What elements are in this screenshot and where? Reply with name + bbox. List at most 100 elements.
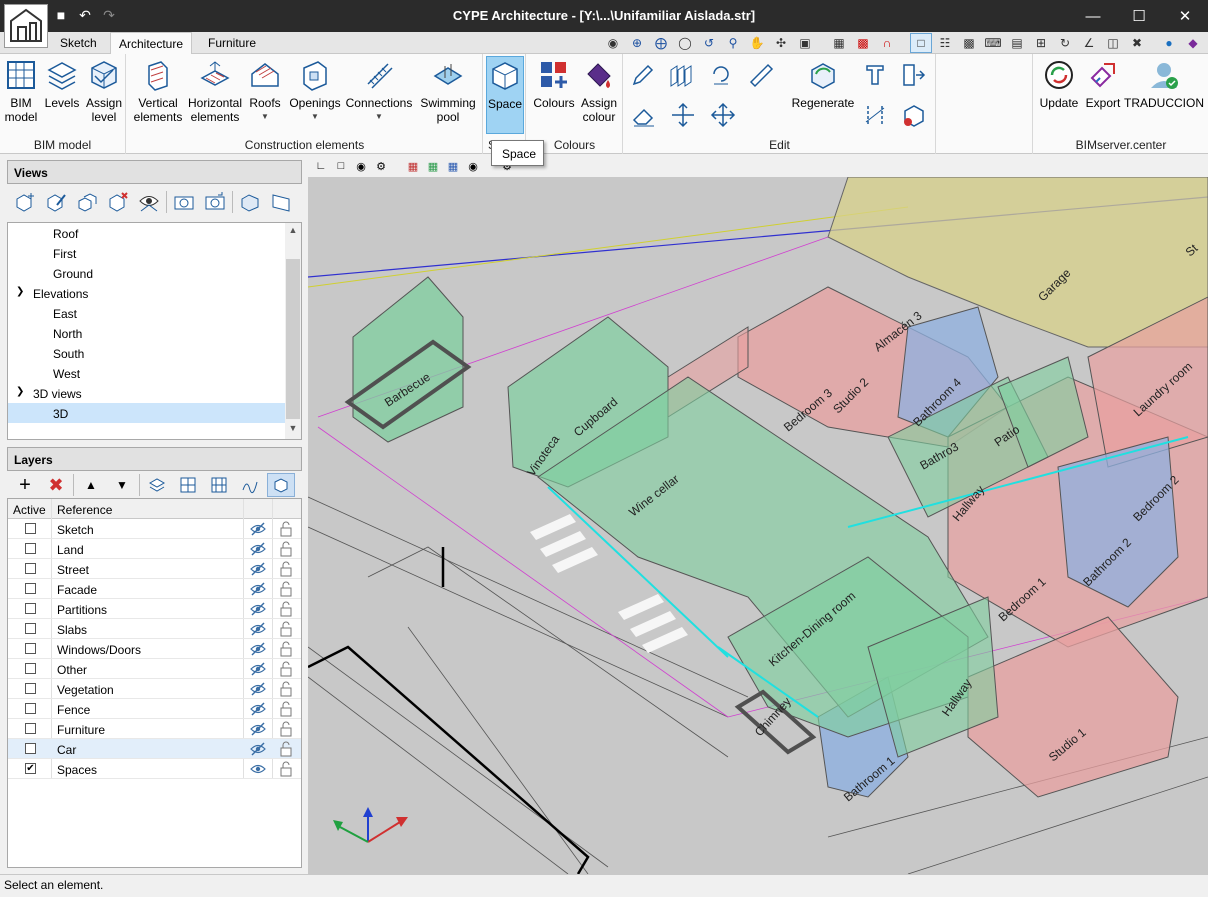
lock-icon[interactable] bbox=[279, 521, 293, 537]
lock-icon[interactable] bbox=[279, 581, 293, 597]
space-button[interactable]: Space bbox=[486, 56, 524, 134]
layer-row[interactable]: Windows/Doors bbox=[8, 639, 301, 659]
bim-model-button[interactable]: BIM model bbox=[2, 56, 40, 124]
zoom-extents-icon[interactable]: ▣ bbox=[794, 33, 816, 53]
measure-icon[interactable]: ▤ bbox=[1006, 33, 1028, 53]
layer-active-checkbox[interactable] bbox=[25, 683, 36, 694]
lock-icon[interactable] bbox=[279, 621, 293, 637]
layer-active-checkbox[interactable] bbox=[25, 603, 36, 614]
layer-row[interactable]: Other bbox=[8, 659, 301, 679]
eye-hidden-icon[interactable] bbox=[250, 721, 266, 737]
layer-row[interactable]: Street bbox=[8, 559, 301, 579]
swimming-pool-button[interactable]: Swimming pool bbox=[417, 56, 479, 124]
add-layer-icon[interactable]: + bbox=[11, 473, 39, 497]
camera-refresh-icon[interactable] bbox=[201, 190, 229, 214]
delete-layer-icon[interactable]: ✖ bbox=[42, 473, 70, 497]
layer-row[interactable]: Sketch bbox=[8, 519, 301, 539]
tree-item-ground[interactable]: Ground bbox=[8, 263, 286, 283]
openings-dropdown-icon[interactable]: ▼ bbox=[287, 110, 343, 124]
tab-sketch[interactable]: Sketch bbox=[52, 32, 105, 54]
zoom-in-icon[interactable]: ⊕ bbox=[626, 33, 648, 53]
lock-icon[interactable] bbox=[279, 561, 293, 577]
section-y-icon[interactable]: ▦ bbox=[424, 158, 442, 174]
layer-row[interactable]: Furniture bbox=[8, 719, 301, 739]
lock-icon[interactable] bbox=[279, 641, 293, 657]
hatch-icon[interactable]: ▩ bbox=[852, 33, 874, 53]
globe-icon[interactable]: ● bbox=[1158, 33, 1180, 53]
tree-item-elevations[interactable]: ❯ Elevations bbox=[8, 283, 286, 303]
lock-icon[interactable] bbox=[279, 741, 293, 757]
layer-active-checkbox[interactable] bbox=[25, 643, 36, 654]
zoom-window-icon[interactable]: ◯ bbox=[674, 33, 696, 53]
column-icon[interactable] bbox=[862, 62, 888, 88]
zoom-all-icon[interactable]: ⨁ bbox=[650, 33, 672, 53]
zoom-dynamic-icon[interactable]: ⚲ bbox=[722, 33, 744, 53]
edit-view-icon[interactable] bbox=[42, 190, 70, 214]
move-icon[interactable] bbox=[710, 102, 736, 128]
openings-button[interactable]: Openings ▼ bbox=[287, 56, 343, 124]
lock-icon[interactable] bbox=[279, 721, 293, 737]
connections-button[interactable]: Connections ▼ bbox=[345, 56, 413, 124]
3d-model-canvas[interactable]: Barbecue Vinoteca Cupboard Wine cellar K… bbox=[308, 177, 1208, 874]
layer-row[interactable]: Partitions bbox=[8, 599, 301, 619]
layer-curve-icon[interactable] bbox=[236, 473, 264, 497]
minimize-button[interactable]: — bbox=[1070, 0, 1116, 32]
connections-dropdown-icon[interactable]: ▼ bbox=[345, 110, 413, 124]
eye-hidden-icon[interactable] bbox=[250, 581, 266, 597]
tree-item-first[interactable]: First bbox=[8, 243, 286, 263]
cube-icon[interactable]: □ bbox=[332, 158, 350, 174]
layer-stack-icon[interactable] bbox=[143, 473, 171, 497]
layer-active-checkbox[interactable] bbox=[25, 723, 36, 734]
window-select-icon[interactable]: □ bbox=[910, 33, 932, 53]
scroll-up-icon[interactable]: ▲ bbox=[285, 225, 301, 241]
layer-active-checkbox[interactable] bbox=[25, 563, 36, 574]
zoom-previous-icon[interactable]: ↺ bbox=[698, 33, 720, 53]
layer-active-checkbox[interactable] bbox=[25, 543, 36, 554]
axis-gizmo[interactable] bbox=[333, 807, 408, 843]
magnet-icon[interactable]: ∩ bbox=[876, 33, 898, 53]
pencil-icon[interactable] bbox=[630, 62, 656, 88]
tree-item-3d[interactable]: 3D bbox=[8, 403, 286, 423]
update-button[interactable]: Update bbox=[1036, 56, 1082, 110]
binoculars-icon[interactable]: ◉ bbox=[602, 33, 624, 53]
space-studio-1[interactable] bbox=[967, 616, 1179, 798]
grid-snap-icon[interactable]: ▦ bbox=[828, 33, 850, 53]
layer-row[interactable]: Vegetation bbox=[8, 679, 301, 699]
eye-hidden-icon[interactable] bbox=[250, 701, 266, 717]
lock-icon[interactable] bbox=[279, 661, 293, 677]
orbit-view-icon[interactable]: ⚙ bbox=[372, 158, 390, 174]
view-eye-icon[interactable] bbox=[135, 190, 163, 214]
colours-button[interactable]: Colours bbox=[531, 56, 577, 110]
traduccion-button[interactable]: TRADUCCION bbox=[1124, 56, 1204, 110]
scroll-thumb[interactable] bbox=[286, 259, 300, 419]
close-button[interactable]: ✕ bbox=[1162, 0, 1208, 32]
layer-grid-icon[interactable] bbox=[205, 473, 233, 497]
layer-split-icon[interactable] bbox=[174, 473, 202, 497]
layer-active-checkbox[interactable] bbox=[25, 583, 36, 594]
chevron-down-icon[interactable]: ❯ bbox=[16, 386, 24, 397]
vertical-elements-button[interactable]: Vertical elements bbox=[131, 56, 185, 124]
3d-viewport[interactable]: Barbecue Vinoteca Cupboard Wine cellar K… bbox=[308, 177, 1208, 874]
angle-icon[interactable]: ∠ bbox=[1078, 33, 1100, 53]
layer-row[interactable]: Fence bbox=[8, 699, 301, 719]
tab-furniture[interactable]: Furniture bbox=[200, 32, 264, 54]
eye-hidden-icon[interactable] bbox=[250, 741, 266, 757]
assign-colour-button[interactable]: Assign colour bbox=[577, 56, 621, 124]
eye-hidden-icon[interactable] bbox=[250, 621, 266, 637]
levels-button[interactable]: Levels bbox=[42, 56, 82, 110]
section-x-icon[interactable]: ▦ bbox=[404, 158, 422, 174]
axes-icon[interactable]: ∟ bbox=[312, 158, 330, 174]
assign-level-button[interactable]: Assign level bbox=[84, 56, 124, 124]
maximize-button[interactable]: ☐ bbox=[1116, 0, 1162, 32]
pan-icon[interactable]: ✋ bbox=[746, 33, 768, 53]
tree-item-south[interactable]: South bbox=[8, 343, 286, 363]
layer-row[interactable]: ✔ Spaces bbox=[8, 759, 301, 779]
door-exit-icon[interactable] bbox=[900, 62, 926, 88]
comment-icon[interactable]: ◫ bbox=[1102, 33, 1124, 53]
col-active[interactable]: Active bbox=[13, 503, 46, 517]
tree-item-roof[interactable]: Roof bbox=[8, 223, 286, 243]
tab-architecture[interactable]: Architecture bbox=[110, 32, 193, 55]
delete-view-icon[interactable] bbox=[104, 190, 132, 214]
eye-hidden-icon[interactable] bbox=[250, 641, 266, 657]
layer-active-checkbox[interactable]: ✔ bbox=[25, 763, 36, 774]
